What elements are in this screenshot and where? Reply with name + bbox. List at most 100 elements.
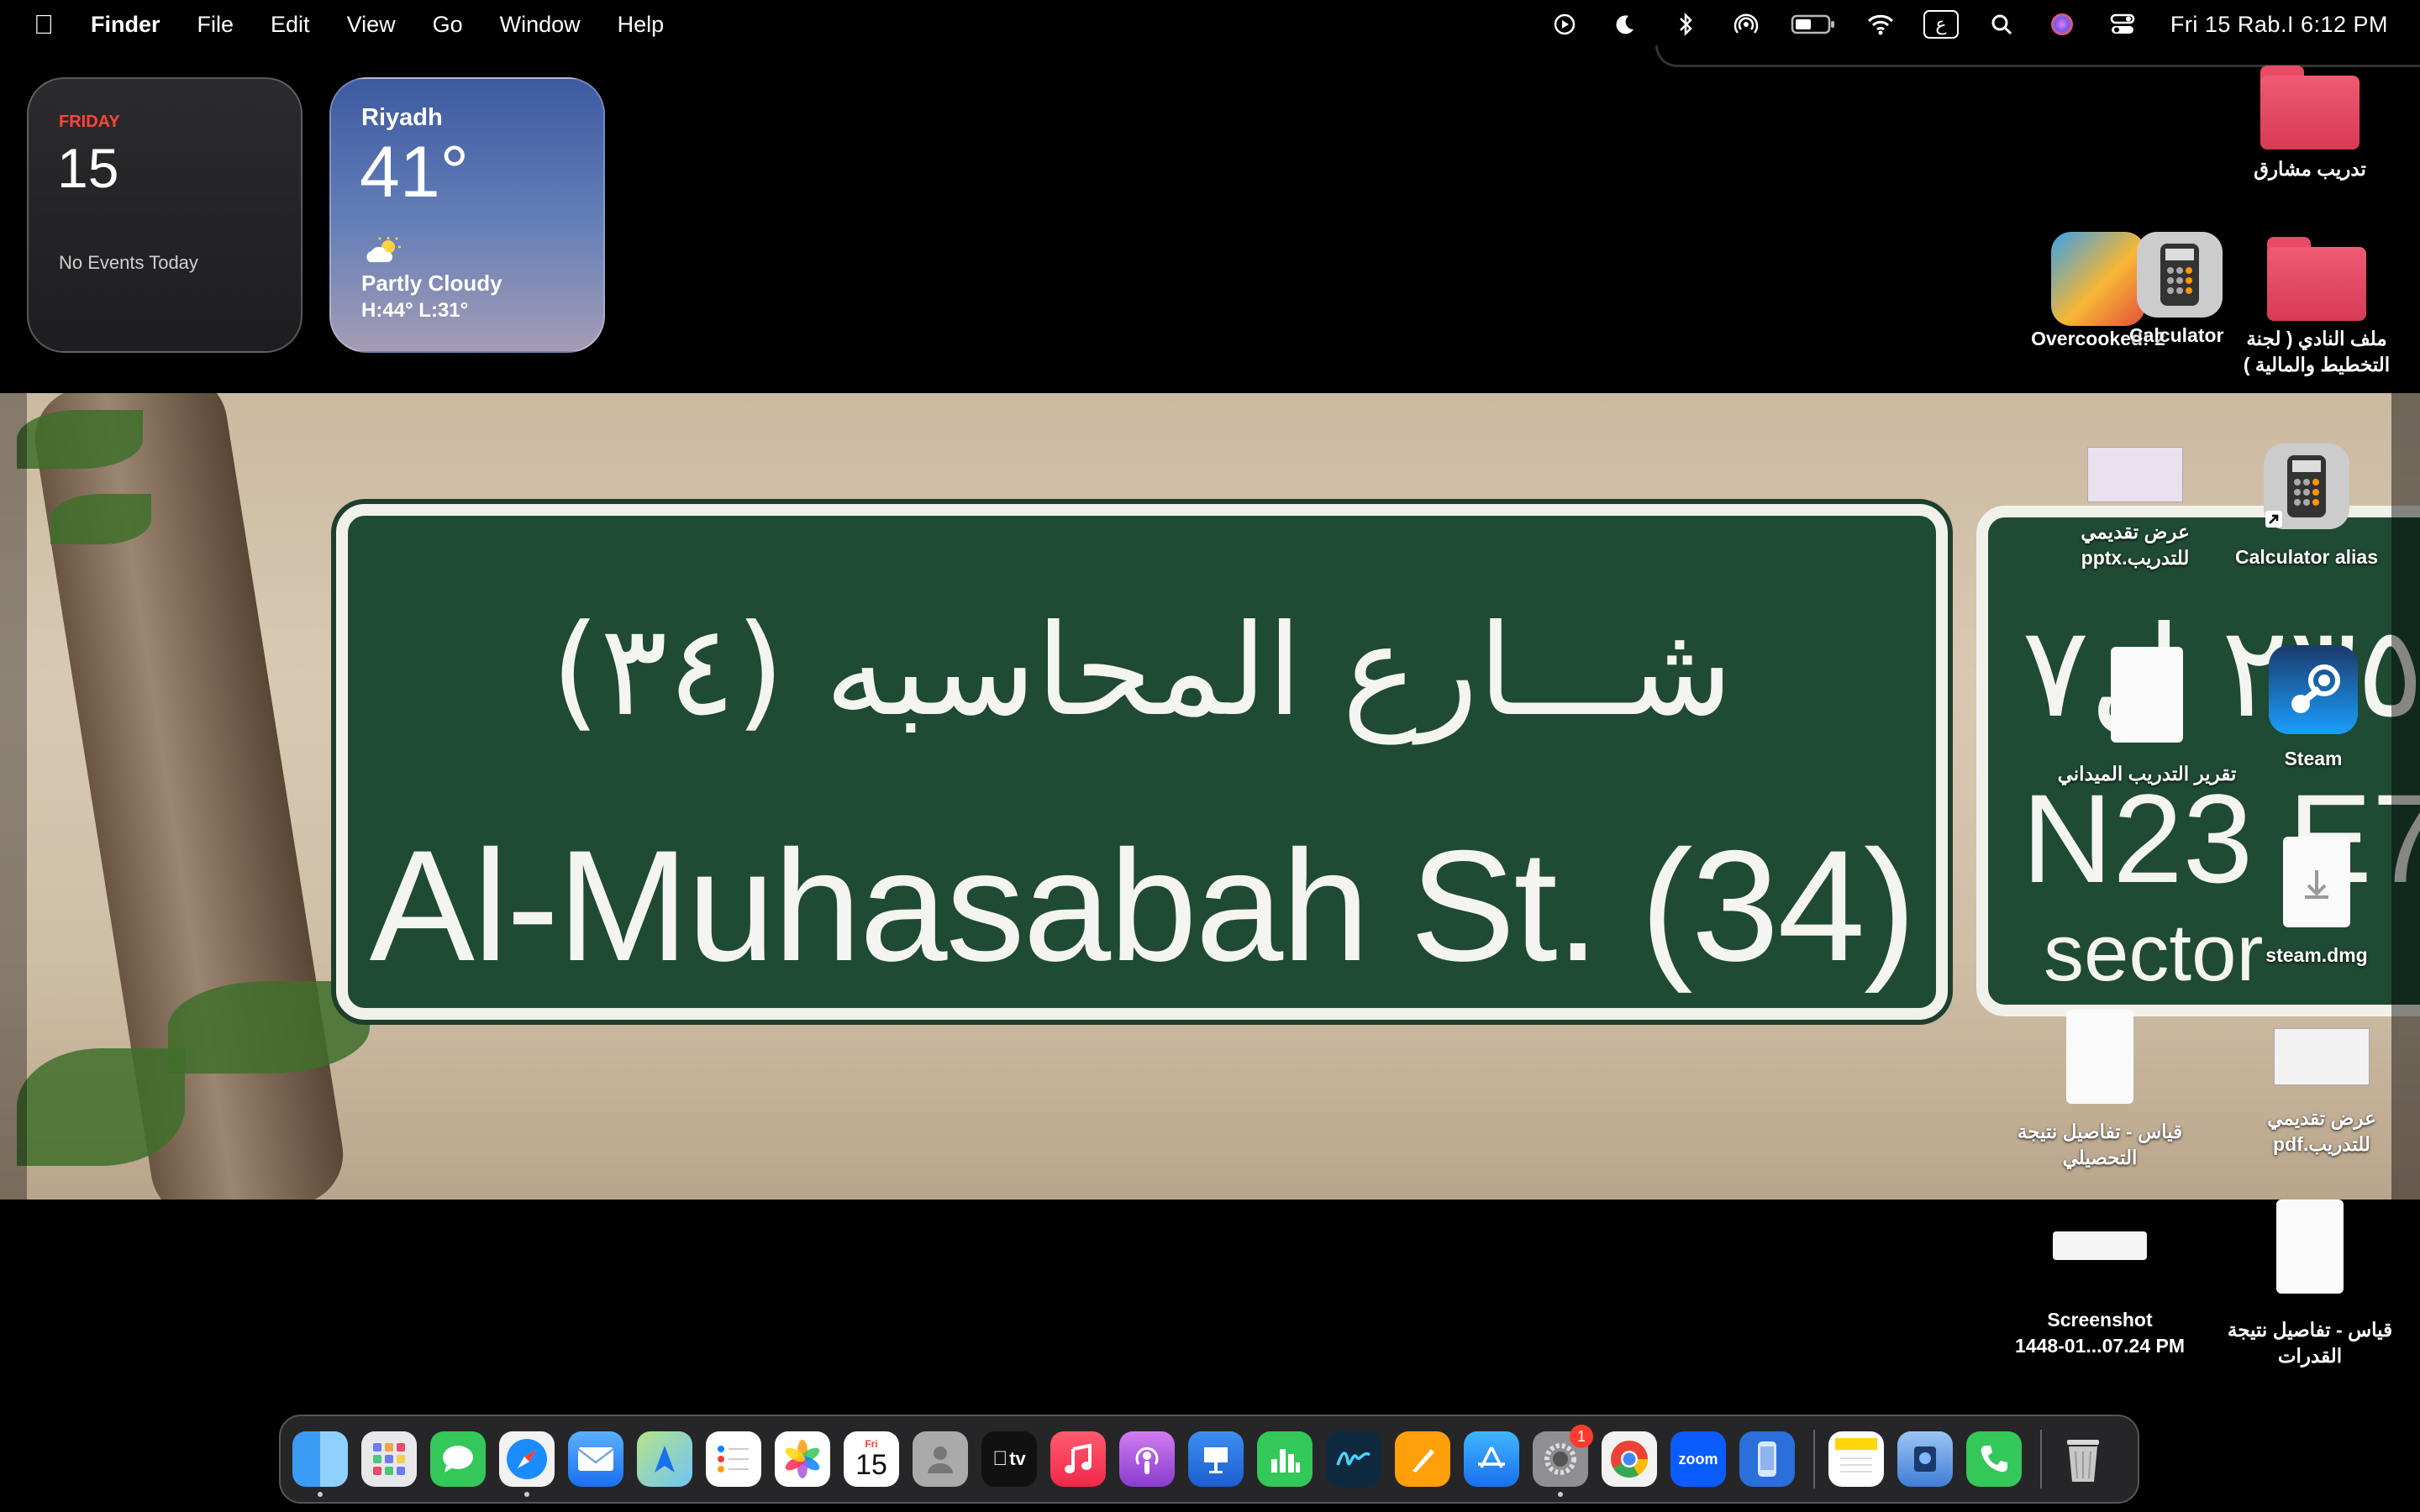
messages-icon[interactable]	[430, 1431, 486, 1487]
document-icon	[2066, 1010, 2133, 1104]
desktop-folder-training[interactable]: تدريب مشارق	[2213, 66, 2407, 182]
desktop-folder-club[interactable]: ملف النادي ( لجنة التخطيط والمالية )	[2213, 237, 2420, 378]
desktop-file-pptx[interactable]: عرض تقديمي للتدريب.pptx	[2039, 447, 2232, 571]
dock-calendar-day: 15	[855, 1449, 887, 1481]
input-source-icon[interactable]: ع	[1923, 10, 1959, 39]
chrome-icon[interactable]	[1602, 1431, 1657, 1487]
launchpad-icon[interactable]	[361, 1431, 417, 1487]
desktop-icon-label: 1448-01...07.24 PM	[2014, 1335, 2186, 1357]
desktop-icon-label: Steam	[2284, 748, 2343, 769]
menu-clock[interactable]: Fri 15 Rab.I 6:12 PM	[2170, 12, 2388, 38]
weather-high-low: H:44° L:31°	[361, 299, 469, 322]
menu-bar:  Finder File Edit View Go Window Help ع	[0, 0, 2420, 49]
menu-app-name[interactable]: Finder	[91, 12, 160, 38]
calculator-alias-icon	[2264, 444, 2349, 529]
moon-icon[interactable]	[1607, 10, 1643, 39]
trash-icon[interactable]	[2055, 1431, 2111, 1487]
bluetooth-icon[interactable]	[1668, 10, 1703, 39]
calendar-icon[interactable]: Fri 15	[844, 1431, 899, 1487]
sign-main-arabic-text: شـــارع المحاسبه (٣٤)	[550, 598, 1733, 744]
screenshot-thumbnail-icon	[2053, 1231, 2147, 1260]
play-circle-icon[interactable]	[1547, 10, 1582, 39]
finder-icon[interactable]	[292, 1431, 348, 1497]
notes-icon[interactable]	[1828, 1431, 1884, 1487]
desktop-icon-label: Calculator alias	[2234, 546, 2379, 568]
menu-file[interactable]: File	[197, 12, 234, 38]
calendar-widget-weekday: FRIDAY	[59, 113, 120, 131]
pdf-thumbnail-icon	[2274, 1028, 2370, 1085]
disk-image-icon	[2283, 837, 2350, 927]
desktop-icon-label: ملف النادي ( لجنة التخطيط والمالية )	[2243, 328, 2391, 375]
folder-icon	[2260, 66, 2360, 150]
dock-separator	[1813, 1430, 1815, 1488]
leaf	[17, 1048, 185, 1166]
reminders-icon[interactable]	[706, 1431, 761, 1487]
preview-icon[interactable]	[1897, 1431, 1953, 1487]
menu-go[interactable]: Go	[433, 12, 463, 38]
weather-widget[interactable]: Riyadh 41° Partly Cloudy H:44° L:31°	[329, 77, 605, 353]
weather-temperature: 41°	[360, 132, 470, 213]
mail-icon[interactable]	[568, 1431, 623, 1487]
control-center-icon[interactable]	[2105, 10, 2140, 39]
dock-tv-label: tv	[1002, 1448, 1026, 1469]
desktop-file-qiyas-qudurat[interactable]: قياس - تفاصيل نتيجة القدرات	[2213, 1200, 2407, 1369]
menu-window[interactable]: Window	[500, 12, 581, 38]
photo-edge	[0, 393, 27, 1200]
desktop-icon-label: تدريب مشارق	[2254, 158, 2366, 180]
dock-calendar-weekday: Fri	[865, 1438, 878, 1450]
safari-icon[interactable]	[499, 1431, 555, 1497]
leaf	[17, 410, 143, 469]
desktop-file-screenshot[interactable]: Screenshot 1448-01...07.24 PM	[2003, 1231, 2196, 1359]
dock: Fri 15 tv 1 zoom	[279, 1415, 2139, 1504]
menu-edit[interactable]: Edit	[271, 12, 310, 38]
desktop-file-pdf[interactable]: عرض تقديمي للتدريب.pdf	[2225, 1028, 2418, 1158]
street-sign-main: شـــارع المحاسبه (٣٤) Al-Muhasabah St. (…	[336, 504, 1948, 1020]
calendar-widget-events: No Events Today	[59, 252, 198, 273]
desktop-icon-label: قياس - تفاصيل نتيجة التحصيلي	[2017, 1121, 2183, 1168]
system-settings-icon[interactable]: 1	[1533, 1425, 1593, 1497]
menu-help[interactable]: Help	[618, 12, 665, 38]
desktop-icon-label: عرض تقديمي للتدريب.pdf	[2267, 1107, 2376, 1155]
document-icon	[2276, 1200, 2344, 1294]
pages-icon[interactable]	[1395, 1431, 1450, 1487]
keynote-icon[interactable]	[1188, 1431, 1244, 1487]
leaf	[50, 494, 151, 544]
siri-icon[interactable]	[2044, 10, 2080, 39]
numbers-icon[interactable]	[1257, 1431, 1313, 1487]
battery-icon[interactable]	[1789, 10, 1838, 39]
sign-main-english-text: Al-Muhasabah St. (34)	[369, 817, 1917, 994]
folder-icon	[2267, 237, 2366, 321]
music-icon[interactable]	[1050, 1431, 1106, 1487]
apple-tv-icon[interactable]: tv	[981, 1431, 1037, 1487]
dock-zoom-label: zoom	[1678, 1450, 1718, 1467]
photos-icon[interactable]	[775, 1431, 830, 1487]
search-icon[interactable]	[1984, 10, 2019, 39]
app-store-icon[interactable]	[1464, 1431, 1519, 1487]
podcasts-icon[interactable]	[1119, 1431, 1175, 1487]
freeform-icon[interactable]	[1326, 1431, 1381, 1487]
desktop-file-field-report[interactable]: تقرير التدريب الميداني	[2050, 647, 2244, 787]
calendar-widget[interactable]: FRIDAY 15 No Events Today	[27, 77, 302, 353]
simulator-icon[interactable]	[1739, 1431, 1795, 1487]
zoom-icon[interactable]: zoom	[1670, 1431, 1726, 1487]
desktop-calculator-alias[interactable]: Calculator alias	[2210, 444, 2403, 570]
wifi-icon[interactable]	[1863, 10, 1898, 39]
steam-icon	[2269, 645, 2358, 734]
desktop-icon-label: تقرير التدريب الميداني	[2057, 763, 2237, 785]
contacts-icon[interactable]	[913, 1431, 968, 1487]
desktop-app-steam[interactable]: Steam	[2217, 645, 2410, 772]
desktop-file-qiyas-tahsili[interactable]: قياس - تفاصيل نتيجة التحصيلي	[2003, 1010, 2196, 1171]
notification-center-edge	[1655, 45, 2420, 67]
apple-menu-icon[interactable]: 	[34, 9, 54, 40]
airdrop-icon[interactable]	[1728, 10, 1764, 39]
calendar-widget-day: 15	[57, 137, 119, 199]
settings-badge: 1	[1570, 1425, 1593, 1448]
menu-view[interactable]: View	[347, 12, 396, 38]
desktop-icon-label: steam.dmg	[2265, 944, 2368, 966]
document-icon	[2111, 647, 2183, 743]
maps-icon[interactable]	[637, 1431, 692, 1487]
dock-separator	[2040, 1430, 2042, 1488]
presentation-thumbnail-icon	[2087, 447, 2183, 502]
phone-icon[interactable]	[1966, 1431, 2022, 1487]
desktop-file-steam-dmg[interactable]: steam.dmg	[2220, 837, 2413, 969]
